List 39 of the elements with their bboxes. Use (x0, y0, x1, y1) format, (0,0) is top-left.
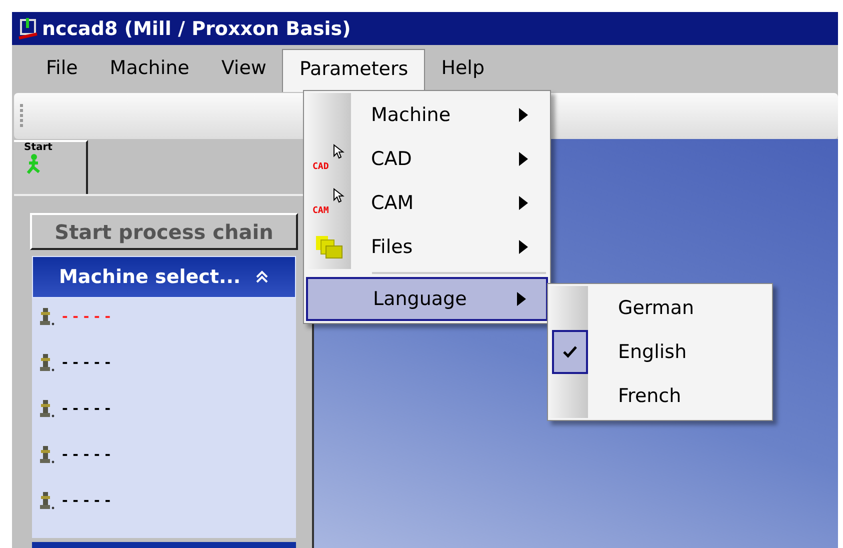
pointer-icon (332, 144, 344, 160)
machine-item[interactable]: - - - - - (62, 355, 111, 371)
menu-option[interactable]: CAM CAM (306, 181, 548, 225)
pointer-icon (332, 188, 344, 204)
submenu-arrow-icon (519, 240, 528, 254)
menu-item[interactable]: Machine (94, 49, 206, 87)
machine-item[interactable]: - - - - - (62, 447, 111, 463)
menu-item[interactable]: File (30, 49, 94, 87)
machine-item[interactable]: - - - - - (62, 493, 111, 509)
folder-icon (314, 234, 344, 260)
window-title: nccad8 (Mill / Proxxon Basis) (42, 18, 351, 40)
machine-item[interactable]: - - - - - (62, 401, 111, 417)
tab[interactable]: Start (14, 140, 88, 194)
submenu-arrow-icon (519, 196, 528, 210)
grip-icon (20, 103, 24, 129)
submenu-item[interactable]: English (548, 330, 772, 374)
menu-option[interactable]: Files (306, 225, 548, 269)
panel-header[interactable] (32, 542, 296, 548)
icon-label: CAD (312, 162, 329, 172)
submenu-arrow-icon (519, 152, 528, 166)
panel-header[interactable]: Machine select... (32, 256, 296, 298)
icon-label: CAM (312, 206, 329, 216)
menu-option[interactable]: CAD CAD (306, 137, 548, 181)
app-icon (18, 18, 38, 40)
machine-icon (38, 307, 56, 327)
machine-icon (38, 399, 56, 419)
menu-item[interactable]: View (205, 49, 282, 87)
panel-title: Machine select... (59, 266, 241, 288)
submenu-item[interactable]: French (548, 374, 772, 418)
submenu-item[interactable]: German (548, 286, 772, 330)
machine-icon (38, 491, 56, 511)
submenu-arrow-icon (519, 108, 528, 122)
machine-icon (38, 353, 56, 373)
machine-icon (38, 445, 56, 465)
menu-option[interactable]: Language (306, 277, 548, 321)
menu-item[interactable]: Help (425, 49, 501, 87)
menu-item[interactable]: Parameters (282, 48, 426, 92)
submenu-arrow-icon (517, 292, 526, 306)
process-chain-button[interactable]: Start process chain (30, 213, 298, 250)
